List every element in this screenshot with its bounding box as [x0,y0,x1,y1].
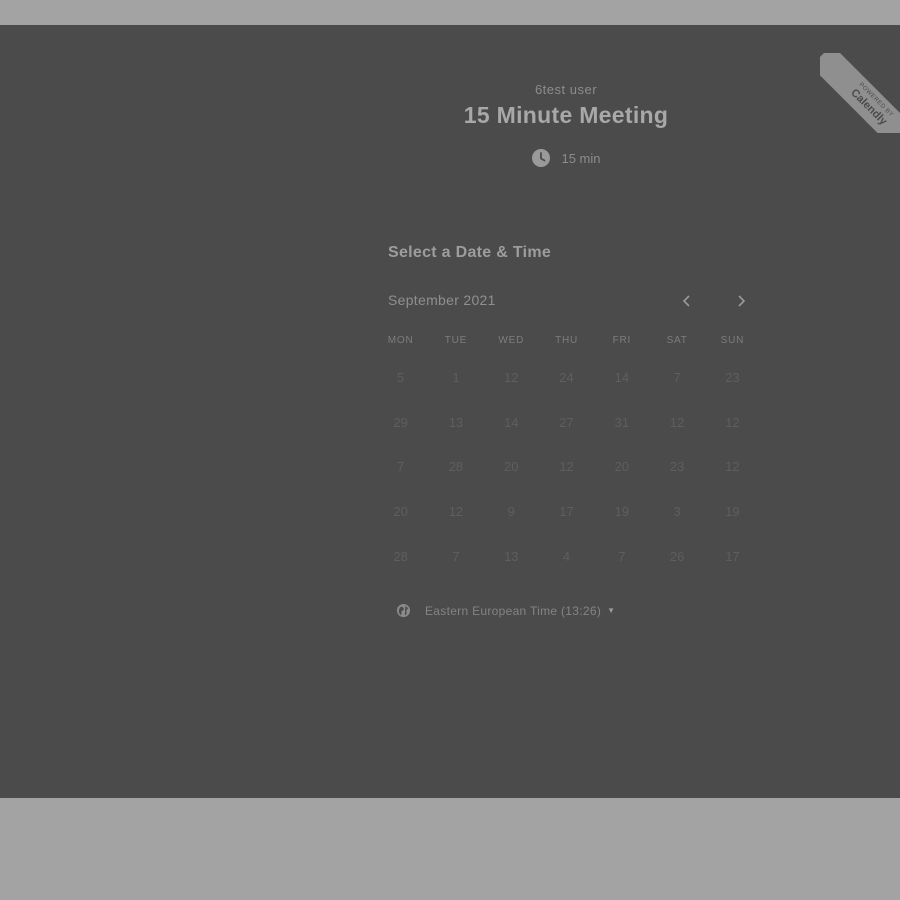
chevron-right-icon [738,295,746,307]
calendar-day: 19 [725,504,740,520]
calendar-day: 1 [452,369,460,385]
globe-icon [396,603,411,618]
calendar-day: 7 [673,369,681,385]
calendar-day: 7 [452,549,460,565]
caret-down-icon: ▼ [607,606,616,615]
calendar-day: 23 [669,459,685,475]
timezone-label: Eastern European Time (13:26) [425,603,602,618]
weekday-wed: WED [498,335,525,346]
calendar-day: 7 [618,549,626,565]
calendar-day: 12 [725,414,740,430]
section-title: Select a Date & Time [388,244,552,261]
weekday-mon: MON [387,335,414,346]
previous-month-button[interactable] [675,289,699,313]
calendar-day: 12 [504,369,519,385]
calendar-day: 5 [397,369,405,385]
calendar-days-grid: 5 1 12 24 14 7 23 29 13 14 27 31 12 12 7… [373,355,760,579]
calendar-day: 13 [504,549,519,565]
weekday-fri: FRI [612,335,632,346]
calendar-day: 4 [562,549,571,565]
weekday-tue: TUE [444,335,468,346]
calendar-day: 20 [614,459,630,475]
weekday-sun: SUN [720,335,745,346]
timezone-selector[interactable]: Eastern European Time (13:26) ▼ [396,603,615,618]
calendar-day: 28 [448,459,464,475]
weekday-thu: THU [555,335,579,346]
calendar-day: 20 [393,504,408,520]
calendar-day: 26 [669,549,685,565]
clock-icon [532,149,551,167]
top-band [0,0,900,25]
bottom-band [0,798,900,900]
event-duration: 15 min [116,148,900,168]
chevron-left-icon [682,295,690,307]
calendar-day: 12 [559,459,574,475]
calendar-day: 14 [504,414,519,430]
duration-label: 15 min [561,150,601,166]
calendar-day: 7 [397,459,405,475]
calendar-day: 14 [614,369,630,385]
calendar-day: 12 [725,459,740,475]
calendar-day: 29 [393,414,408,430]
weekday-header: MON TUE WED THU FRI SAT SUN [373,335,760,346]
calendar-day: 12 [448,504,464,520]
calendar-day: 9 [507,504,515,520]
calendar-day: 3 [673,504,681,520]
event-owner: 6test user [534,82,598,97]
calendar-day: 31 [614,414,630,430]
calendar-day: 27 [559,414,574,430]
event-title: 15 Minute Meeting [463,102,669,128]
calendar-day: 13 [448,414,464,430]
calendar-day: 17 [559,504,574,520]
calendar-day: 19 [614,504,630,520]
calendar-day: 17 [725,549,740,565]
calendar-day: 23 [725,369,740,385]
calendar-day: 28 [393,549,408,565]
month-label: September 2021 [388,292,496,308]
calendar-day: 20 [504,459,519,475]
calendar-day: 12 [669,414,685,430]
calendar-day: 24 [559,369,574,385]
next-month-button[interactable] [729,289,753,313]
weekday-sat: SAT [666,335,688,346]
